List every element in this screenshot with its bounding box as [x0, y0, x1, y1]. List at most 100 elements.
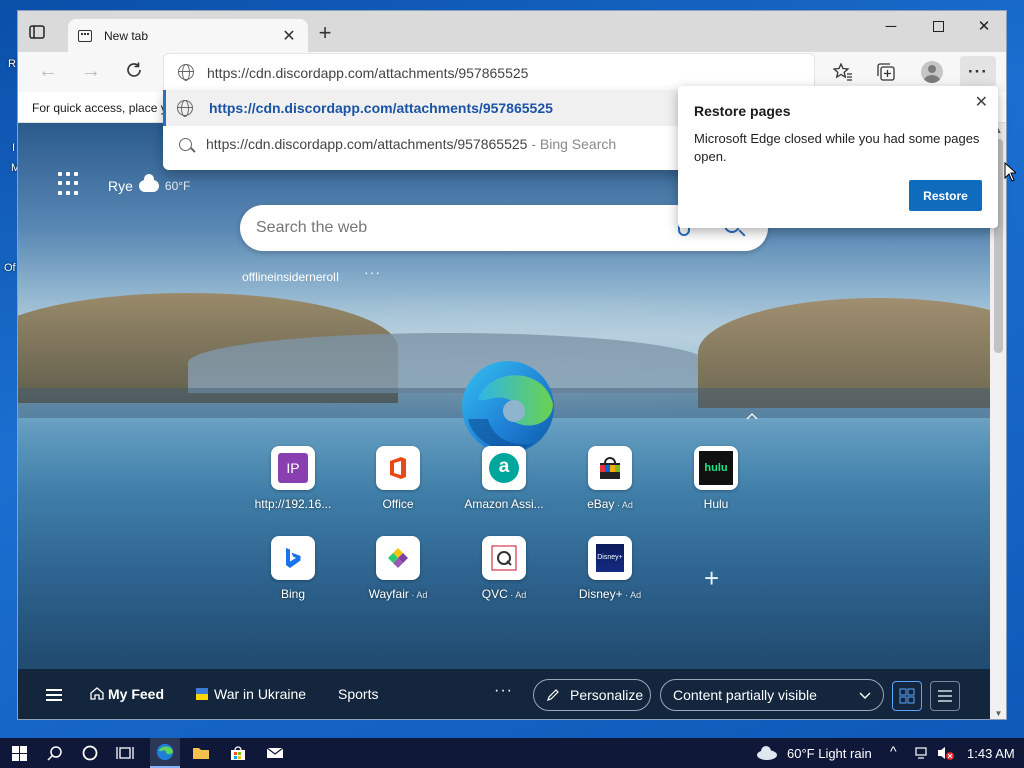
desktop-label: R	[8, 58, 16, 70]
mouse-cursor-icon	[1004, 162, 1016, 182]
refresh-button[interactable]	[122, 61, 146, 83]
disney-plus-icon: Disney+	[588, 536, 632, 580]
maximize-button[interactable]	[915, 11, 961, 41]
tile-label-text: http://192.16...	[254, 497, 332, 511]
tile-label: Amazon Assi...	[459, 497, 549, 511]
edge-icon	[156, 743, 174, 761]
quick-link-tile[interactable]: Disney+ Disney+ · Ad	[565, 536, 655, 601]
quick-link-tile[interactable]: Wayfair · Ad	[353, 536, 443, 601]
office-icon	[376, 446, 420, 490]
tab-actions-icon	[29, 25, 45, 39]
desktop-label: Of	[4, 262, 16, 274]
add-site-button[interactable]: +	[704, 563, 719, 594]
qvc-icon	[482, 536, 526, 580]
quick-link-tile[interactable]: hulu Hulu	[671, 446, 761, 511]
quick-link-tile[interactable]: a Amazon Assi...	[459, 446, 549, 511]
wayfair-logo-icon	[388, 548, 408, 568]
tile-label: Bing	[248, 587, 338, 601]
show-hidden-icons-chevron-icon[interactable]: ^	[890, 743, 897, 759]
new-tab-button[interactable]: +	[314, 22, 336, 45]
disney-glyph: Disney+	[596, 544, 624, 572]
dialog-message: Microsoft Edge closed while you had some…	[694, 131, 980, 164]
tab-new-tab[interactable]: New tab ✕	[68, 19, 308, 52]
tile-label-text: eBay	[587, 497, 615, 511]
start-button[interactable]	[8, 742, 30, 764]
chevron-up-icon[interactable]	[746, 408, 758, 420]
account-label: offlineinsidernerolI	[242, 270, 340, 284]
volume-muted-icon[interactable]	[936, 745, 954, 761]
tile-label-text: Office	[382, 497, 414, 511]
forward-button[interactable]: →	[79, 61, 103, 83]
weather-widget[interactable]: Rye 60°F	[108, 174, 190, 194]
tile-label-text: Amazon Assi...	[464, 497, 544, 511]
collections-button[interactable]	[871, 59, 901, 85]
content-visibility-select[interactable]: Content partially visible	[660, 679, 884, 711]
list-icon	[938, 690, 952, 702]
task-view-icon	[116, 747, 134, 759]
mail-button[interactable]	[264, 742, 286, 764]
personalize-button[interactable]: Personalize	[533, 679, 651, 711]
tab-title: New tab	[104, 28, 149, 43]
weather-city: Rye	[108, 178, 133, 194]
nav-my-feed[interactable]: My Feed	[90, 686, 164, 702]
tab-close-button[interactable]: ✕	[280, 26, 298, 46]
network-disconnected-icon[interactable]	[914, 746, 928, 760]
restore-button[interactable]: Restore	[909, 180, 982, 211]
tile-label: Wayfair · Ad	[353, 587, 443, 601]
dialog-close-button[interactable]: ✕	[975, 92, 988, 112]
ip-tile-icon: IP	[271, 446, 315, 490]
chevron-up-glyph	[746, 413, 758, 420]
quick-link-tile[interactable]: Office	[353, 446, 443, 511]
nav-war-in-ukraine[interactable]: War in Ukraine	[196, 686, 306, 702]
cortana-button[interactable]	[79, 742, 101, 764]
office-logo-icon	[390, 457, 406, 479]
globe-icon	[177, 100, 193, 117]
clock[interactable]: 1:43 AM	[967, 746, 1015, 761]
grid-layout-button[interactable]	[892, 681, 922, 711]
edge-taskbar-button[interactable]	[150, 738, 180, 768]
refresh-icon	[127, 62, 141, 77]
shopping-bag-icon	[600, 457, 620, 479]
quick-link-tile[interactable]: QVC · Ad	[459, 536, 549, 601]
menu-hamburger-icon[interactable]	[46, 689, 62, 701]
address-input[interactable]: https://cdn.discordapp.com/attachments/9…	[207, 65, 528, 81]
task-view-button[interactable]	[114, 742, 136, 764]
tab-actions-button[interactable]	[26, 21, 48, 43]
quick-link-tile[interactable]: IP http://192.16...	[248, 446, 338, 511]
close-window-button[interactable]: ✕	[961, 11, 1006, 41]
more-icon[interactable]: ···	[494, 682, 513, 700]
profile-button[interactable]	[917, 59, 947, 85]
more-options-icon[interactable]: ···	[364, 264, 381, 280]
store-button[interactable]	[227, 742, 249, 764]
taskbar-weather[interactable]: 60°F Light rain	[787, 746, 872, 761]
mail-icon	[266, 747, 284, 758]
quick-link-tile[interactable]: Bing	[248, 536, 338, 601]
scroll-down-icon[interactable]: ▼	[990, 709, 1006, 718]
search-input[interactable]: Search the web	[256, 219, 367, 237]
search-icon	[179, 137, 192, 151]
dialog-title: Restore pages	[694, 103, 791, 119]
favorites-button[interactable]	[828, 59, 858, 85]
search-button[interactable]	[44, 742, 66, 764]
collections-icon	[877, 63, 895, 81]
bing-logo-icon	[286, 548, 301, 568]
nav-my-feed-label: My Feed	[108, 686, 165, 702]
store-bag-icon	[231, 746, 245, 760]
amazon-assistant-icon: a	[482, 446, 526, 490]
suggestion-text: https://cdn.discordapp.com/attachments/9…	[206, 136, 616, 152]
pencil-icon	[547, 689, 559, 701]
file-explorer-button[interactable]	[190, 742, 212, 764]
list-layout-button[interactable]	[930, 681, 960, 711]
chevron-down-icon	[859, 692, 871, 699]
grid-icon	[899, 688, 915, 704]
settings-more-button[interactable]: ···	[960, 56, 996, 88]
apps-launcher-button[interactable]	[58, 172, 82, 196]
taskbar: 60°F Light rain ^ 1:43 AM	[0, 738, 1024, 768]
back-button[interactable]: ←	[36, 61, 60, 83]
quick-link-tile[interactable]: eBay · Ad	[565, 446, 655, 511]
tile-label: Office	[353, 497, 443, 511]
nav-war-label: War in Ukraine	[214, 686, 307, 702]
minimize-button[interactable]: ─	[868, 11, 914, 41]
ad-marker: · Ad	[507, 590, 527, 600]
nav-sports[interactable]: Sports	[338, 686, 378, 702]
